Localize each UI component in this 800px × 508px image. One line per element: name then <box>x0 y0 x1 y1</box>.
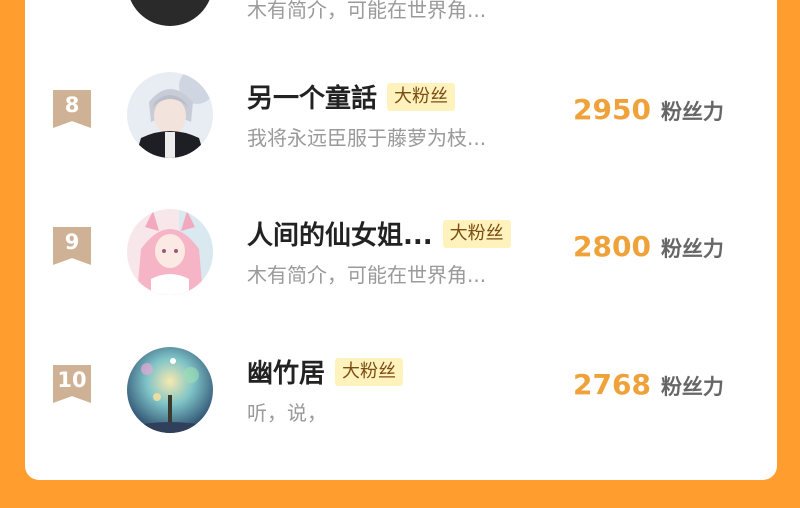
name-line: 人间的仙女姐... 大粉丝 <box>247 215 511 252</box>
avatar[interactable] <box>127 72 213 158</box>
name-line: 幽竹居 大粉丝 <box>247 353 404 390</box>
ranking-row[interactable]: 9 人间的仙女姐... 大粉丝 木有简介，可能在世界角... 2800 粉丝力 <box>25 207 777 307</box>
score-value: 2800 <box>573 230 651 263</box>
ranking-row[interactable]: 8 另一个童話 大粉丝 我将永远臣服于藤萝为枝... 2950 粉丝力 <box>25 70 777 170</box>
name-line: 另一个童話 大粉丝 <box>247 78 456 115</box>
avatar[interactable] <box>127 209 213 295</box>
score-value: 2768 <box>573 368 651 401</box>
fan-level-badge: 大粉丝 <box>335 357 404 386</box>
fan-power-score: 2800 粉丝力 <box>573 230 724 263</box>
fan-ranking-card: 木有简介，可能在世界角... 8 另一个童話 大粉丝 我将永远臣服于藤萝为枝..… <box>25 0 777 480</box>
avatar[interactable] <box>127 0 213 26</box>
user-bio: 我将永远臣服于藤萝为枝... <box>247 126 487 150</box>
user-bio: 木有简介，可能在世界角... <box>247 0 487 22</box>
rank-ribbon: 8 <box>53 90 91 128</box>
fan-level-badge: 大粉丝 <box>387 82 456 111</box>
fan-level-badge: 大粉丝 <box>442 219 511 248</box>
user-name[interactable]: 另一个童話 <box>247 78 377 115</box>
user-bio: 听，说， <box>247 401 327 425</box>
user-name[interactable]: 人间的仙女姐... <box>247 215 433 252</box>
user-bio: 木有简介，可能在世界角... <box>247 263 487 287</box>
fan-power-score: 2950 粉丝力 <box>573 93 724 126</box>
rank-ribbon: 9 <box>53 227 91 265</box>
rank-ribbon: 10 <box>53 365 91 403</box>
ranking-row-partial[interactable]: 木有简介，可能在世界角... <box>25 0 777 40</box>
score-unit: 粉丝力 <box>660 237 724 261</box>
score-unit: 粉丝力 <box>660 100 724 124</box>
avatar[interactable] <box>127 347 213 433</box>
ranking-row[interactable]: 10 幽竹居 大粉丝 听，说， 2768 粉丝力 <box>25 345 777 445</box>
fan-power-score: 2768 粉丝力 <box>573 368 724 401</box>
score-unit: 粉丝力 <box>660 375 724 399</box>
score-value: 2950 <box>573 93 651 126</box>
user-name[interactable]: 幽竹居 <box>247 353 325 390</box>
